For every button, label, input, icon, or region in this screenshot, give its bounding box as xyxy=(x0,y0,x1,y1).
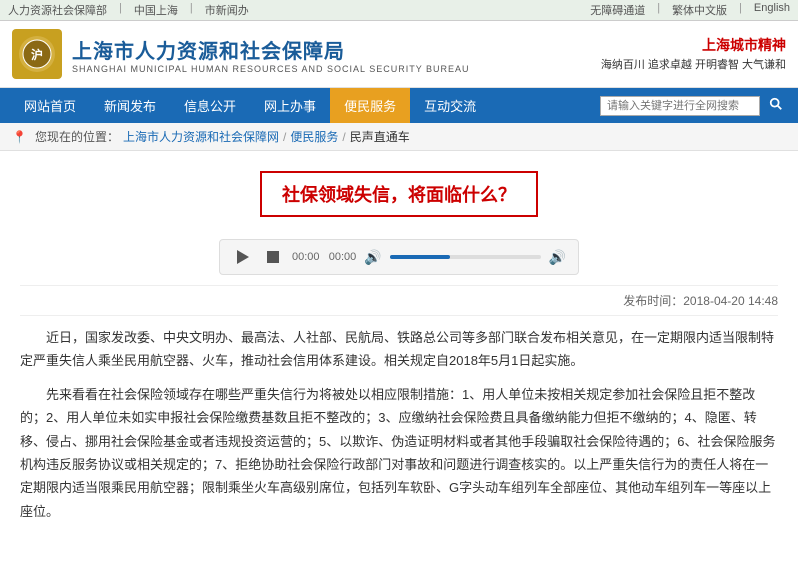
title-en: SHANGHAI MUNICIPAL HUMAN RESOURCES AND S… xyxy=(72,64,470,74)
stop-icon xyxy=(267,251,279,263)
audio-total: 00:00 xyxy=(329,251,357,263)
topbar-link-fanti[interactable]: 繁体中文版 xyxy=(672,2,727,18)
header: 沪 上海市人力资源和社会保障局 SHANGHAI MUNICIPAL HUMAN… xyxy=(0,21,798,88)
stop-button[interactable] xyxy=(262,246,284,268)
search-input[interactable] xyxy=(600,96,760,116)
breadcrumb-link-1[interactable]: 便民服务 xyxy=(290,128,338,145)
play-button[interactable] xyxy=(232,246,254,268)
topbar-link-wuzhanghui[interactable]: 无障碍通道 xyxy=(590,2,645,18)
nav-items: 网站首页 新闻发布 信息公开 网上办事 便民服务 互动交流 xyxy=(10,88,490,123)
breadcrumb-link-0[interactable]: 上海市人力资源和社会保障网 xyxy=(123,128,279,145)
search-icon xyxy=(769,97,783,111)
breadcrumb-current: 民声直通车 xyxy=(350,128,410,145)
header-title: 上海市人力资源和社会保障局 SHANGHAI MUNICIPAL HUMAN R… xyxy=(72,35,470,74)
topbar-link-english[interactable]: English xyxy=(754,2,790,18)
logo-box: 沪 xyxy=(12,29,62,79)
audio-player: 00:00 00:00 🔊 🔊 xyxy=(219,239,579,275)
svg-text:沪: 沪 xyxy=(31,47,43,62)
top-bar-right: 无障碍通道 | 繁体中文版 | English xyxy=(590,2,790,18)
nav-item-online[interactable]: 网上办事 xyxy=(250,88,330,123)
content-area: 社保领域失信，将面临什么？ 00:00 00:00 🔊 🔊 发布时间：2018-… xyxy=(0,151,798,553)
topbar-link-2[interactable]: 市新闻办 xyxy=(205,2,249,18)
audio-progress-fill xyxy=(390,255,450,259)
logo-svg: 沪 xyxy=(22,39,52,69)
spirit-title: 上海城市精神 xyxy=(601,35,786,55)
spirit-text: 海纳百川 追求卓越 开明睿智 大气谦和 xyxy=(601,57,786,74)
nav-item-info[interactable]: 信息公开 xyxy=(170,88,250,123)
article-paragraph-1: 先来看看在社会保险领域存在哪些严重失信行为将被处以相应限制措施：1、用人单位未按… xyxy=(20,383,778,523)
audio-time: 00:00 00:00 xyxy=(292,251,356,263)
navigation: 网站首页 新闻发布 信息公开 网上办事 便民服务 互动交流 xyxy=(0,88,798,123)
search-button[interactable] xyxy=(764,94,788,117)
title-zh: 上海市人力资源和社会保障局 xyxy=(72,35,470,64)
play-icon xyxy=(237,250,249,264)
nav-item-interact[interactable]: 互动交流 xyxy=(410,88,490,123)
publish-date: 发布时间：2018-04-20 14:48 xyxy=(20,285,778,316)
audio-progress-bar[interactable] xyxy=(390,255,541,259)
nav-search xyxy=(600,94,788,117)
volume-max-icon: 🔊 xyxy=(549,249,566,266)
volume-icon[interactable]: 🔊 xyxy=(364,249,381,266)
audio-current: 00:00 xyxy=(292,251,320,263)
nav-item-service[interactable]: 便民服务 xyxy=(330,88,410,123)
nav-item-home[interactable]: 网站首页 xyxy=(10,88,90,123)
header-left: 沪 上海市人力资源和社会保障局 SHANGHAI MUNICIPAL HUMAN… xyxy=(12,29,470,79)
top-bar: 人力资源社会保障部 | 中国上海 | 市新闻办 无障碍通道 | 繁体中文版 | … xyxy=(0,0,798,21)
breadcrumb: 📍 您现在的位置： 上海市人力资源和社会保障网 / 便民服务 / 民声直通车 xyxy=(0,123,798,151)
top-bar-left: 人力资源社会保障部 | 中国上海 | 市新闻办 xyxy=(8,2,249,18)
logo-icon: 沪 xyxy=(19,36,55,72)
article-body: 近日，国家发改委、中央文明办、最高法、人社部、民航局、铁路总公司等多部门联合发布… xyxy=(20,326,778,523)
location-icon: 📍 xyxy=(12,130,27,144)
nav-item-news[interactable]: 新闻发布 xyxy=(90,88,170,123)
article-title: 社保领域失信，将面临什么？ xyxy=(282,181,516,207)
breadcrumb-label: 您现在的位置： xyxy=(35,128,119,145)
topbar-link-1[interactable]: 中国上海 xyxy=(134,2,178,18)
article-title-box: 社保领域失信，将面临什么？ xyxy=(260,171,538,217)
header-right: 上海城市精神 海纳百川 追求卓越 开明睿智 大气谦和 xyxy=(601,35,786,74)
topbar-link-0[interactable]: 人力资源社会保障部 xyxy=(8,2,107,18)
article-title-wrapper: 社保领域失信，将面临什么？ xyxy=(20,161,778,229)
article-paragraph-0: 近日，国家发改委、中央文明办、最高法、人社部、民航局、铁路总公司等多部门联合发布… xyxy=(20,326,778,373)
